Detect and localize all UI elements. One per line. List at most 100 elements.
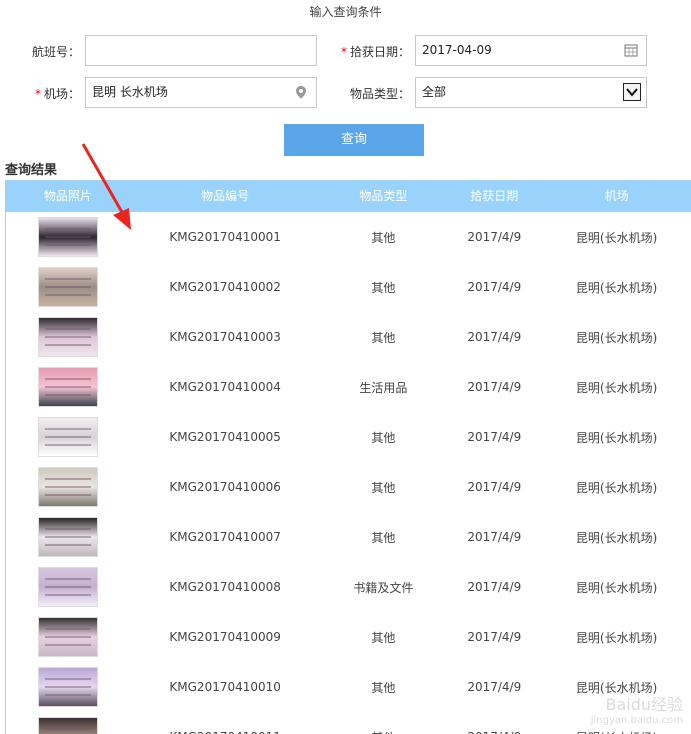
annotation-arrow [81, 143, 131, 230]
item-type-cell: 其他 [371, 330, 396, 345]
item-type-cell: 其他 [371, 680, 396, 695]
date-cell: 2017/4/9 [467, 280, 522, 294]
table-row[interactable]: KMG20170410004 生活用品 2017/4/9 昆明(长水机场) [6, 362, 691, 412]
table-row[interactable]: KMG20170410007 其他 2017/4/9 昆明(长水机场) [6, 512, 691, 562]
photo-cell [6, 517, 130, 557]
photo-detail [45, 386, 91, 388]
item-id-cell: KMG20170410002 [169, 280, 281, 294]
item-id-cell: KMG20170410008 [169, 580, 281, 594]
photo-cell [6, 717, 130, 734]
results-title: 查询结果 [5, 163, 58, 178]
item-id-cell: KMG20170410010 [169, 680, 281, 694]
location-pin-icon[interactable] [294, 85, 308, 99]
item-photo[interactable] [38, 467, 98, 507]
date-cell: 2017/4/9 [467, 580, 522, 594]
photo-detail [45, 378, 91, 380]
item-photo[interactable] [38, 567, 98, 607]
required-mark: * [340, 45, 347, 59]
photo-detail [45, 494, 91, 496]
photo-cell [6, 317, 130, 357]
date-cell: 2017/4/9 [446, 730, 542, 734]
watermark-text: Baidu经验 [605, 695, 683, 714]
photo-detail [45, 328, 91, 330]
date-cell: 2017/4/9 [467, 330, 522, 344]
table-row[interactable]: KMG20170410006 其他 2017/4/9 昆明(长水机场) [6, 462, 691, 512]
table-row[interactable]: KMG20170410011其他2017/4/9昆明(长水机场) [6, 712, 691, 734]
photo-detail [45, 544, 91, 546]
item-photo[interactable] [38, 717, 98, 734]
table-row[interactable]: KMG20170410008 书籍及文件 2017/4/9 昆明(长水机场) [6, 562, 691, 612]
item-type-cell: 书籍及文件 [353, 580, 414, 595]
date-input[interactable]: 2017-04-09 [415, 35, 647, 66]
table-row[interactable]: KMG20170410010 其他 2017/4/9 昆明(长水机场) [6, 662, 691, 712]
photo-detail [45, 244, 91, 246]
airport-input[interactable]: 昆明 长水机场 [85, 77, 317, 108]
calendar-icon[interactable] [624, 43, 638, 57]
item-type-cell: 生活用品 [359, 380, 408, 395]
airport-cell: 昆明(长水机场) [575, 380, 658, 395]
column-header-type[interactable]: 物品类型 [321, 180, 447, 212]
date-cell: 2017/4/9 [467, 380, 522, 394]
item-photo[interactable] [38, 667, 98, 707]
date-cell: 2017/4/9 [467, 480, 522, 494]
item-photo[interactable] [38, 517, 98, 557]
photo-cell [6, 617, 130, 657]
item-photo[interactable] [38, 267, 98, 307]
airport-label: * 机场： [34, 87, 80, 101]
airport-cell: 昆明(长水机场) [575, 580, 658, 595]
chevron-down-icon[interactable] [623, 83, 641, 101]
item-photo[interactable] [38, 317, 98, 357]
date-cell: 2017/4/9 [467, 430, 522, 444]
airport-cell: 昆明(长水机场) [575, 280, 658, 295]
item-photo[interactable] [38, 367, 98, 407]
type-label: 物品类型： [349, 87, 410, 101]
airport-cell: 昆明(长水机场) [575, 530, 658, 545]
item-id-cell: KMG20170410003 [169, 330, 281, 344]
photo-detail [45, 594, 91, 596]
item-type-cell: 其他 [371, 230, 396, 245]
photo-detail [45, 528, 91, 530]
item-type-select[interactable]: 全部 [415, 77, 647, 108]
page: 输入查询条件 航班号： * 拾获日期： 2017-04-09 * 机场： 昆明 长水… [0, 0, 691, 734]
photo-cell [6, 367, 130, 407]
date-cell: 2017/4/9 [467, 230, 522, 244]
required-mark: * [34, 87, 41, 101]
item-id-cell: KMG20170410007 [169, 530, 281, 544]
table-row[interactable]: KMG20170410002 其他 2017/4/9 昆明(长水机场) [6, 262, 691, 312]
airport-cell: 昆明(长水机场) [575, 230, 658, 245]
column-header-id[interactable]: 物品编号 [130, 180, 321, 212]
photo-detail [45, 336, 91, 338]
column-header-airport[interactable]: 机场 [542, 180, 691, 212]
photo-detail [45, 536, 91, 538]
flight-number-input[interactable] [85, 35, 317, 66]
table-row[interactable]: KMG20170410003 其他 2017/4/9 昆明(长水机场) [6, 312, 691, 362]
column-header-date[interactable]: 拾获日期 [446, 180, 542, 212]
item-id-cell: KMG20170410009 [169, 630, 281, 644]
photo-detail [45, 586, 91, 588]
photo-detail [45, 678, 91, 680]
photo-cell [6, 267, 130, 307]
flight-label: 航班号： [31, 45, 80, 59]
watermark-url: jingyan.baidu.com [590, 715, 683, 726]
photo-detail [45, 578, 91, 580]
photo-detail [45, 436, 91, 438]
item-type-cell: 其他 [371, 280, 396, 295]
table-row[interactable]: KMG20170410009 其他 2017/4/9 昆明(长水机场) [6, 612, 691, 662]
results-table: 物品照片 物品编号 物品类型 拾获日期 机场 KMG20170410001 其他 2… [5, 180, 691, 734]
photo-cell [6, 567, 130, 607]
photo-detail [45, 394, 91, 396]
item-photo[interactable] [38, 417, 98, 457]
photo-detail [45, 636, 91, 638]
photo-detail [45, 294, 91, 296]
photo-cell [6, 667, 130, 707]
date-cell: 2017/4/9 [467, 630, 522, 644]
search-button[interactable]: 查询 [284, 124, 424, 156]
item-id-cell: KMG20170410005 [169, 430, 281, 444]
item-photo[interactable] [38, 617, 98, 657]
table-row[interactable]: KMG20170410005 其他 2017/4/9 昆明(长水机场) [6, 412, 691, 462]
photo-detail [45, 444, 91, 446]
date-cell: 2017/4/9 [467, 680, 522, 694]
photo-detail [45, 478, 91, 480]
photo-detail [45, 344, 91, 346]
photo-detail [45, 694, 91, 696]
